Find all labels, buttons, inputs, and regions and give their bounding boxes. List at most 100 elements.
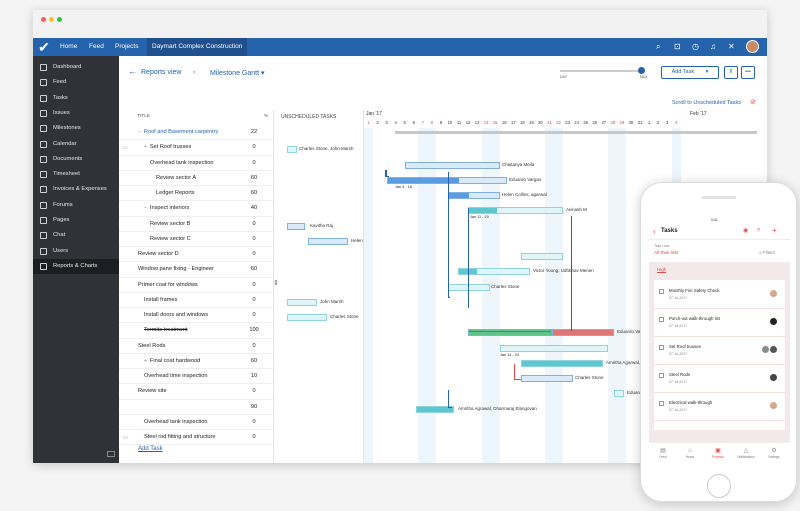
gantt-bar[interactable]	[405, 161, 500, 169]
task-name[interactable]: Review sector B	[150, 217, 190, 232]
task-name[interactable]: Install doors and windows	[144, 308, 208, 323]
nav-projects-tab[interactable]: ▣ Projects	[708, 447, 728, 459]
sidebar-item-tasks[interactable]: Tasks	[33, 91, 119, 106]
collapse-icon[interactable]: −	[144, 205, 147, 211]
task-name[interactable]: − Roof and Basement carpentry	[138, 125, 218, 140]
task-name[interactable]: Review sector D	[138, 247, 179, 262]
checkbox[interactable]	[659, 317, 664, 322]
sidebar-item-calendar[interactable]: Calendar	[33, 137, 119, 152]
back-arrow-icon[interactable]: ←	[128, 66, 137, 76]
reports-view-link[interactable]: Reports view	[141, 69, 181, 76]
list-item[interactable]: Porch-out walk-through list 07 Jul 2017	[654, 310, 785, 337]
task-name[interactable]: − Inspect interiors	[144, 201, 189, 216]
gantt-bar[interactable]	[287, 222, 305, 230]
search-icon[interactable]: ⌕	[757, 227, 760, 234]
gantt-bar[interactable]	[614, 390, 624, 398]
gantt-bar[interactable]	[521, 375, 573, 382]
list-item[interactable]: Set Roof trusses 07 Jul 2017	[654, 338, 785, 365]
table-row[interactable]: Review sector A 60	[119, 171, 273, 186]
zoom-slider[interactable]	[560, 70, 645, 72]
minimize-window-button[interactable]	[49, 17, 54, 22]
bell-icon[interactable]: ♫	[710, 41, 716, 53]
gantt-bar[interactable]	[448, 283, 490, 291]
expand-icon[interactable]: +	[144, 144, 147, 150]
add-icon[interactable]: +	[772, 226, 777, 235]
sidebar-item-documents[interactable]: Documents	[33, 152, 119, 167]
gantt-bar[interactable]	[387, 176, 507, 184]
table-row[interactable]: Termite treatment 100	[119, 323, 273, 339]
sidebar-item-feed[interactable]: Feed	[33, 75, 119, 90]
filter-button[interactable]: ⊽	[724, 66, 738, 79]
sidebar-item-timesheet[interactable]: Timesheet	[33, 167, 119, 182]
expand-icon[interactable]: +	[144, 358, 147, 364]
sidebar-item-forums[interactable]: Forums	[33, 198, 119, 213]
gantt-bar[interactable]	[287, 146, 297, 154]
task-name[interactable]: Steel Rods	[138, 339, 165, 354]
table-row[interactable]: 90	[119, 400, 273, 415]
nav-notifications-tab[interactable]: △ Notifications	[736, 447, 756, 459]
sidebar-item-issues[interactable]: Issues	[33, 106, 119, 121]
checkbox[interactable]	[659, 373, 664, 378]
table-row[interactable]: Overhead time inspection 10	[119, 369, 273, 385]
table-row[interactable]: ▭ + Set Roof trusses 0	[119, 140, 273, 156]
task-name[interactable]: Review sector A	[156, 171, 196, 186]
gantt-bar[interactable]	[552, 329, 614, 337]
task-name[interactable]: Termite treatment	[144, 323, 188, 338]
gantt-bar[interactable]	[287, 314, 327, 321]
table-row[interactable]: Install doors and windows 0	[119, 308, 273, 324]
task-name[interactable]: Review sector C	[150, 232, 191, 247]
task-name[interactable]: + Final coat hardwood	[144, 354, 200, 369]
maximize-window-button[interactable]	[57, 17, 62, 22]
comment-icon[interactable]: ▭	[123, 435, 128, 441]
checkmark-logo-icon[interactable]: ✔	[36, 39, 52, 55]
gantt-horizontal-scrollbar[interactable]	[395, 131, 757, 134]
nav-feed-tab[interactable]: ▤ Feed	[653, 447, 673, 459]
gantt-bar[interactable]	[308, 237, 348, 245]
search-icon[interactable]: ⌕	[656, 41, 660, 53]
back-icon[interactable]: ‹	[653, 227, 656, 236]
gantt-bar[interactable]	[468, 207, 563, 215]
nav-home[interactable]: Home	[60, 38, 77, 56]
table-row[interactable]: Ledger Reports 60	[119, 186, 273, 202]
settings-icon[interactable]: ✕	[728, 41, 735, 53]
gantt-bar[interactable]	[287, 298, 317, 306]
gantt-bar[interactable]	[521, 253, 563, 260]
checkbox[interactable]	[659, 401, 664, 406]
zoom-slider-knob[interactable]	[637, 67, 645, 74]
gamepad-icon[interactable]: ⊡	[674, 41, 681, 53]
table-row[interactable]: Window pane fixing - Engineer 60	[119, 262, 273, 278]
sidebar-item-pages[interactable]: Pages	[33, 213, 119, 228]
list-item[interactable]: Steel Rods 07 Jul 2017	[654, 366, 785, 393]
table-row[interactable]: Steel Rods 0	[119, 339, 273, 354]
table-row[interactable]: Review sector D 0	[119, 247, 273, 263]
table-row[interactable]: Review sector B 0	[119, 217, 273, 232]
filters-button[interactable]: ≡ Filters	[759, 250, 775, 255]
table-row[interactable]: Overhead tank inspection 0	[119, 156, 273, 171]
sidebar-item-users[interactable]: Users	[33, 244, 119, 259]
table-row[interactable]: Review site 0	[119, 384, 273, 400]
nav-home-tab[interactable]: ⌂ Home	[680, 447, 700, 459]
task-name[interactable]: Window pane fixing - Engineer	[138, 262, 214, 277]
sidebar-item-chat[interactable]: Chat	[33, 228, 119, 243]
task-name[interactable]: Primer coat for windows	[138, 278, 198, 293]
scroll-to-unscheduled-link[interactable]: Scroll to Unscheduled Tasks	[672, 100, 741, 106]
gantt-view-dropdown[interactable]: Milestone Gantt ▾	[210, 69, 265, 77]
sidebar-item-reports[interactable]: Reports & Charts	[33, 258, 119, 274]
user-avatar[interactable]	[746, 40, 759, 53]
add-task-button[interactable]: Add Task ▾	[661, 66, 719, 79]
gantt-bar[interactable]	[521, 359, 603, 367]
table-row[interactable]: Review sector C 0	[119, 232, 273, 247]
gantt-bar[interactable]	[500, 344, 608, 352]
task-name[interactable]: Overhead tank inspection	[150, 156, 213, 171]
table-row[interactable]: Install frames 0	[119, 293, 273, 308]
collapse-sidebar-icon[interactable]	[107, 451, 115, 457]
task-list-selector[interactable]: Task Lists All Task lists ≡ Filters	[649, 240, 790, 262]
table-row[interactable]: − Inspect interiors 40	[119, 201, 273, 217]
gantt-bar[interactable]	[448, 192, 500, 199]
table-row[interactable]: ▭ Steel rod fitting and structure 0	[119, 430, 273, 446]
table-row[interactable]: Overhead tank inspection 0	[119, 415, 273, 430]
task-name[interactable]: Overhead tank inspection	[144, 415, 207, 430]
timer-icon[interactable]: ◷	[692, 41, 699, 53]
task-name[interactable]: Ledger Reports	[156, 186, 195, 201]
checkbox[interactable]	[659, 345, 664, 350]
